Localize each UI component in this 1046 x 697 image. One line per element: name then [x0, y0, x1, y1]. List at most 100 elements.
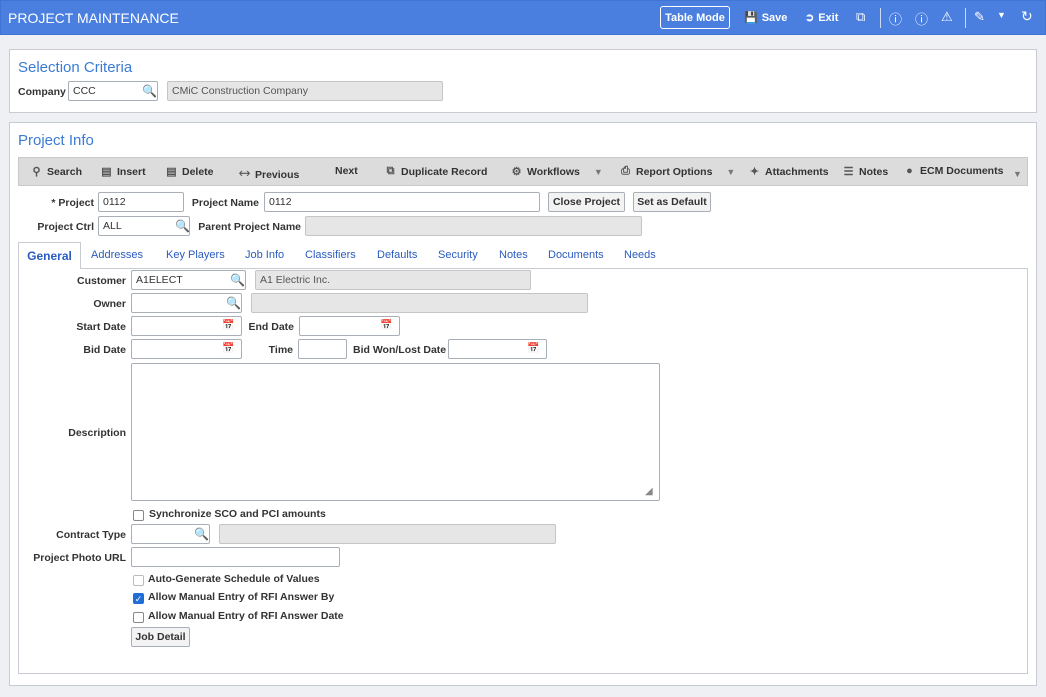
- attachments-label: Attachments: [765, 166, 829, 178]
- tab-classifiers[interactable]: Classifiers: [305, 249, 356, 261]
- auto-generate-sov-checkbox[interactable]: [133, 575, 144, 586]
- workflows-button[interactable]: ⚙ Workflows ▼: [510, 165, 603, 178]
- search-icon[interactable]: 🔍: [226, 296, 240, 310]
- chevron-down-icon: ▼: [594, 167, 603, 177]
- delete-icon: ▤: [165, 165, 178, 178]
- save-label: Save: [762, 12, 788, 24]
- arrow-right-icon: 🡚: [318, 165, 331, 177]
- rfi-answer-by-checkbox[interactable]: ✓: [133, 593, 144, 604]
- notes-label: Notes: [859, 166, 888, 178]
- toolbar-divider: [880, 8, 881, 28]
- project-input[interactable]: 0112: [98, 192, 184, 212]
- sync-sco-pci-checkbox[interactable]: [133, 510, 144, 521]
- calendar-icon[interactable]: 📅: [222, 343, 234, 354]
- tab-documents[interactable]: Documents: [548, 249, 604, 261]
- save-icon: 💾: [744, 11, 758, 24]
- next-label: Next: [335, 165, 358, 177]
- selection-criteria-title: Selection Criteria: [18, 59, 132, 76]
- edit-icon[interactable]: ✎: [974, 9, 985, 25]
- job-detail-button[interactable]: Job Detail: [131, 627, 190, 647]
- description-textarea[interactable]: [131, 363, 660, 501]
- photo-url-input[interactable]: [131, 547, 340, 567]
- save-button[interactable]: 💾 Save: [744, 11, 787, 24]
- search-icon[interactable]: 🔍: [142, 84, 156, 98]
- tab-notes[interactable]: Notes: [499, 249, 528, 261]
- table-mode-button[interactable]: Table Mode: [660, 6, 730, 29]
- rfi-answer-date-checkbox[interactable]: [133, 612, 144, 623]
- photo-url-label: Project Photo URL: [30, 552, 126, 564]
- tab-addresses[interactable]: Addresses: [91, 249, 143, 261]
- exit-button[interactable]: ➲ Exit: [805, 11, 838, 24]
- report-options-label: Report Options: [636, 166, 712, 178]
- ecm-label: ECM Documents: [920, 165, 1003, 177]
- set-as-default-button[interactable]: Set as Default: [633, 192, 711, 212]
- attachments-button[interactable]: ✦ Attachments: [748, 165, 829, 178]
- ecm-documents-button[interactable]: ● ECM Documents: [903, 165, 1003, 177]
- chevron-down-icon[interactable]: ▼: [997, 10, 1006, 20]
- search-icon: ⚲: [30, 165, 43, 178]
- tab-security[interactable]: Security: [438, 249, 478, 261]
- end-date-label: End Date: [248, 321, 294, 333]
- insert-button[interactable]: ▤ Insert: [100, 165, 146, 178]
- arrow-left-icon: 🡘: [238, 165, 251, 184]
- tab-job-info[interactable]: Job Info: [245, 249, 284, 261]
- workflow-icon: ⚙: [510, 165, 523, 178]
- calendar-icon[interactable]: 📅: [222, 320, 234, 331]
- delete-button[interactable]: ▤ Delete: [165, 165, 214, 178]
- rfi-answer-date-label: Allow Manual Entry of RFI Answer Date: [148, 610, 344, 622]
- delete-label: Delete: [182, 166, 214, 178]
- contract-type-name-field: [219, 524, 556, 544]
- resize-handle-icon[interactable]: ◢: [645, 486, 653, 497]
- calendar-icon[interactable]: 📅: [380, 320, 392, 331]
- company-value: CCC: [73, 85, 96, 97]
- project-name-input[interactable]: 0112: [264, 192, 540, 212]
- tab-needs[interactable]: Needs: [624, 249, 656, 261]
- workflows-label: Workflows: [527, 166, 580, 178]
- chevron-down-icon[interactable]: ▼: [1013, 169, 1022, 179]
- search-label: Search: [47, 166, 82, 178]
- page-title: PROJECT MAINTENANCE: [8, 10, 179, 26]
- close-project-button[interactable]: Close Project: [548, 192, 625, 212]
- calendar-icon[interactable]: 📅: [527, 343, 539, 354]
- chevron-down-icon: ▼: [726, 167, 735, 177]
- search-button[interactable]: ⚲ Search: [30, 165, 82, 178]
- customer-name-field: A1 Electric Inc.: [255, 270, 531, 290]
- tab-key-players[interactable]: Key Players: [166, 249, 225, 261]
- paperclip-icon: ✦: [748, 165, 761, 178]
- project-name-label: Project Name: [190, 197, 259, 209]
- print-icon: ⎙: [619, 165, 632, 178]
- report-options-button[interactable]: ⎙ Report Options ▼: [619, 165, 735, 178]
- description-label: Description: [30, 427, 126, 439]
- selection-criteria-panel: [9, 49, 1037, 113]
- search-icon[interactable]: 🔍: [175, 219, 189, 233]
- bid-won-lost-label: Bid Won/Lost Date: [353, 344, 444, 356]
- copy-icon[interactable]: ⧉: [856, 9, 865, 25]
- insert-label: Insert: [117, 166, 146, 178]
- tab-defaults[interactable]: Defaults: [377, 249, 417, 261]
- tab-general[interactable]: General: [18, 242, 81, 269]
- time-input[interactable]: [298, 339, 347, 359]
- bid-date-label: Bid Date: [30, 344, 126, 356]
- customer-input[interactable]: A1ELECT: [131, 270, 246, 290]
- exit-label: Exit: [818, 12, 838, 24]
- previous-button[interactable]: 🡘 Previous: [238, 165, 299, 184]
- company-name-field: CMiC Construction Company: [167, 81, 443, 101]
- contract-type-label: Contract Type: [30, 529, 126, 541]
- notes-icon: ☰: [842, 165, 855, 178]
- help-icon[interactable]: ⓘ: [915, 9, 928, 28]
- previous-label: Previous: [255, 169, 299, 181]
- owner-name-field: [251, 293, 588, 313]
- notes-button[interactable]: ☰ Notes: [842, 165, 888, 178]
- warning-icon[interactable]: ⚠: [941, 9, 953, 25]
- time-label: Time: [250, 344, 293, 356]
- info-icon[interactable]: ⓘ: [889, 9, 902, 28]
- insert-icon: ▤: [100, 165, 113, 178]
- next-button[interactable]: 🡚 Next: [318, 165, 358, 177]
- parent-project-label: Parent Project Name: [196, 221, 301, 233]
- auto-generate-sov-label: Auto-Generate Schedule of Values: [148, 573, 320, 585]
- refresh-icon[interactable]: ↻: [1021, 8, 1033, 25]
- duplicate-label: Duplicate Record: [401, 166, 487, 178]
- search-icon[interactable]: 🔍: [194, 527, 208, 541]
- search-icon[interactable]: 🔍: [230, 273, 244, 287]
- duplicate-record-button[interactable]: ⧉ Duplicate Record: [384, 165, 487, 178]
